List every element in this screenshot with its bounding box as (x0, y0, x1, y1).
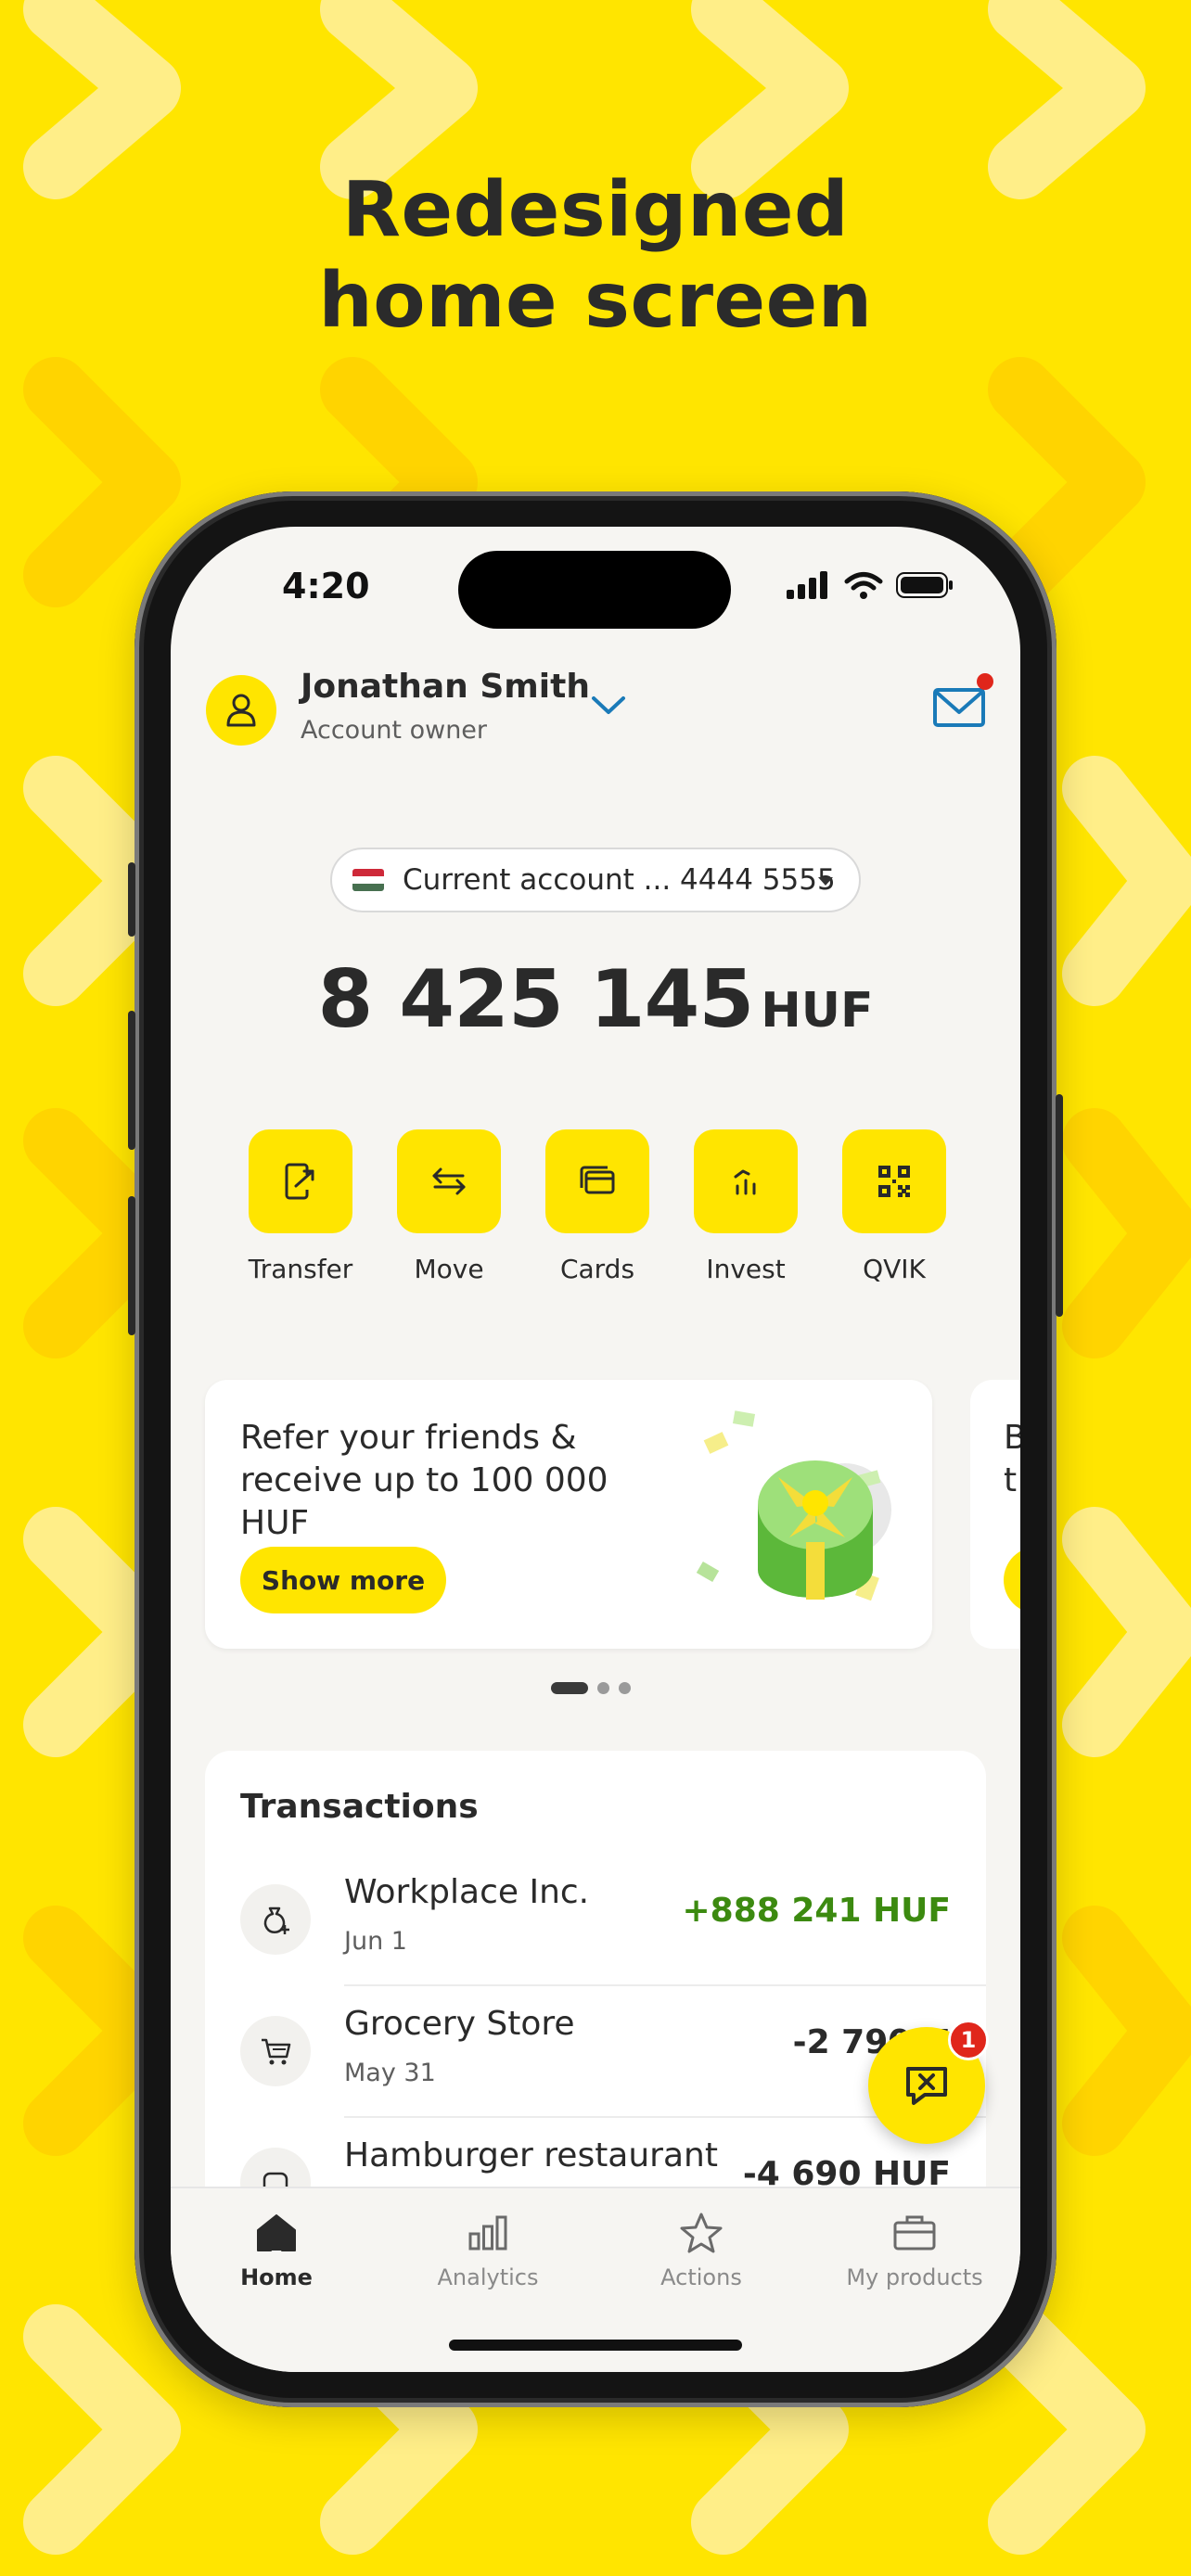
page-headline: Redesigned home screen (0, 165, 1191, 347)
promo-text: Refer your friends & receive up to 100 0… (240, 1419, 608, 1542)
invest-icon (734, 1169, 756, 1195)
nav-label: My products (846, 2264, 983, 2290)
user-name[interactable]: Jonathan Smith (301, 668, 590, 706)
phone-power-button (1056, 1094, 1063, 1317)
signal-icon (787, 571, 827, 599)
quick-action-label: Invest (706, 1254, 786, 1284)
chevron-down-icon[interactable] (590, 694, 627, 718)
home-icon (184, 2205, 369, 2261)
mail-icon[interactable] (931, 684, 987, 731)
hungary-flag-icon (352, 869, 384, 891)
promo-card-next[interactable]: B t (970, 1380, 1020, 1649)
status-time: 4:20 (282, 566, 370, 606)
balance-amount: 8 425 145 (317, 953, 754, 1046)
quick-action-move[interactable]: Move (393, 1129, 505, 1284)
headline-line-2: home screen (318, 257, 873, 345)
carousel-dots (551, 1682, 631, 1694)
nav-item-analytics[interactable]: Analytics (395, 2205, 581, 2290)
qr-code-icon (878, 1166, 910, 1197)
headline-line-1: Redesigned (341, 166, 850, 254)
carousel-dot[interactable] (597, 1682, 609, 1694)
transactions-card: Transactions Workplace Inc. Jun 1 +888 2… (205, 1751, 986, 2233)
quick-action-transfer[interactable]: Transfer (245, 1129, 356, 1284)
phone-silent-switch (128, 862, 135, 937)
nav-item-my-products[interactable]: My products (822, 2205, 1007, 2290)
transfer-button[interactable] (249, 1129, 352, 1233)
account-selector-label: Current account ... 4444 5555 (403, 863, 836, 897)
account-balance: 8 425 145 HUF (171, 953, 1020, 1046)
promo-peek-text: B t (1004, 1419, 1020, 1499)
promo-peek-button[interactable] (1004, 1547, 1020, 1613)
quick-action-label: Move (414, 1254, 484, 1284)
quick-action-invest[interactable]: Invest (690, 1129, 801, 1284)
cards-button[interactable] (545, 1129, 649, 1233)
transactions-title: Transactions (240, 1788, 479, 1826)
cart-icon (240, 2016, 311, 2086)
quick-action-cards[interactable]: Cards (542, 1129, 653, 1284)
chat-badge: 1 (948, 2020, 989, 2060)
user-icon (226, 694, 256, 727)
home-indicator[interactable] (449, 2340, 742, 2351)
qvik-button[interactable] (842, 1129, 946, 1233)
balance-currency: HUF (761, 983, 874, 1039)
star-icon (608, 2205, 794, 2261)
carousel-dot-active[interactable] (551, 1682, 588, 1694)
quick-action-label: Transfer (248, 1254, 353, 1284)
chat-icon (906, 2067, 947, 2105)
cards-icon (580, 1166, 615, 1194)
phone-volume-down (128, 1196, 135, 1335)
nav-label: Home (240, 2264, 313, 2290)
transaction-date: Jun 1 (344, 1927, 407, 1956)
battery-icon (896, 572, 953, 598)
quick-action-label: QVIK (863, 1254, 926, 1284)
phone-screen: 4:20 Jonathan Smith Account owner Curren… (171, 527, 1020, 2372)
quick-action-qvik[interactable]: QVIK (839, 1129, 950, 1284)
analytics-icon (395, 2205, 581, 2261)
transaction-name: Hamburger restaurant (344, 2136, 718, 2174)
transaction-amount: +888 241 HUF (682, 1892, 951, 1930)
nav-item-home[interactable]: Home (184, 2205, 369, 2290)
transfer-icon (285, 1163, 314, 1200)
transaction-name: Grocery Store (344, 2005, 575, 2043)
mail-notification-dot (977, 673, 993, 690)
nav-item-actions[interactable]: Actions (608, 2205, 794, 2290)
income-icon (240, 1884, 311, 1955)
nav-label: Actions (660, 2264, 742, 2290)
invest-button[interactable] (694, 1129, 798, 1233)
user-role: Account owner (301, 716, 488, 745)
dynamic-island (458, 551, 731, 629)
account-selector[interactable]: Current account ... 4444 5555 (330, 848, 861, 912)
move-button[interactable] (397, 1129, 501, 1233)
show-more-button[interactable]: Show more (240, 1547, 446, 1613)
avatar[interactable] (206, 675, 276, 746)
move-arrows-icon (432, 1167, 466, 1195)
wifi-icon (844, 572, 883, 599)
caret-down-icon (818, 877, 833, 886)
phone-volume-up (128, 1011, 135, 1150)
quick-action-label: Cards (559, 1254, 635, 1284)
transaction-row[interactable]: Workplace Inc. Jun 1 +888 241 HUF (205, 1855, 986, 1986)
briefcase-icon (822, 2205, 1007, 2261)
transaction-name: Workplace Inc. (344, 1873, 590, 1911)
gift-illustration (696, 1410, 891, 1601)
transaction-date: May 31 (344, 2059, 436, 2087)
nav-label: Analytics (437, 2264, 539, 2290)
status-icons (787, 571, 954, 599)
promo-card[interactable]: Refer your friends & receive up to 100 0… (205, 1380, 932, 1649)
carousel-dot[interactable] (619, 1682, 631, 1694)
